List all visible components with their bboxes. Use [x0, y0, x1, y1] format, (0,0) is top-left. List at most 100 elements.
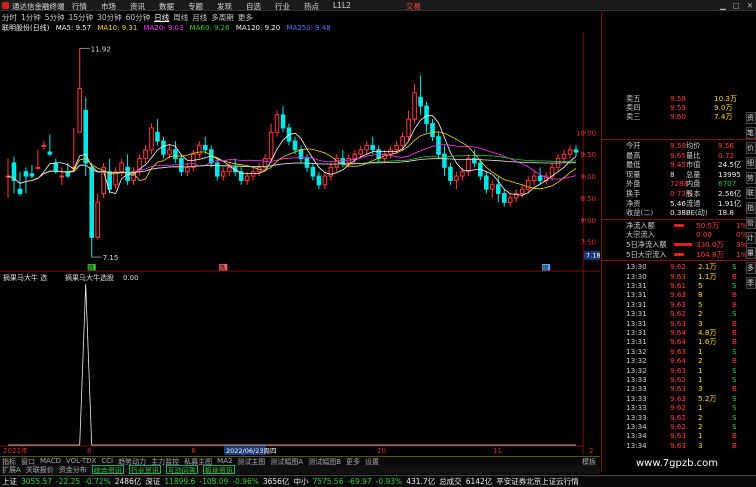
high-price-label: 11.92 [91, 45, 111, 53]
indicator-tab[interactable]: 设置 [365, 457, 379, 466]
side-tab[interactable]: 季 [745, 277, 756, 289]
side-tab[interactable]: 多 [745, 262, 756, 274]
ask-row: 卖五 9.58 10.3万 [626, 94, 744, 103]
stat-value: 8 [670, 169, 675, 179]
tick-price: 9.62 [670, 422, 687, 431]
indicator-tab[interactable]: 主力监控 [151, 457, 179, 466]
side-tab[interactable]: 联 [745, 187, 756, 199]
period-tab[interactable]: 月线 [192, 12, 207, 22]
watermark: www.7gpzb.com [636, 458, 718, 469]
tick-row: 13:32 9.63 1 S [626, 366, 744, 375]
stat-label: 换手 [626, 189, 641, 198]
tick-price: 9.63 [670, 440, 687, 450]
trade-button[interactable]: 交易 [406, 1, 421, 12]
period-tab[interactable]: 周线 [173, 12, 188, 22]
index-name[interactable]: 上证 [2, 476, 17, 487]
indicator-tab[interactable]: MA2 [217, 457, 232, 465]
indicator-tab[interactable]: 指标 [2, 457, 16, 466]
menu-item[interactable]: L1L2 [333, 1, 351, 12]
ask-row: 卖三 9.60 7.4万 [626, 112, 744, 121]
period-tab[interactable]: 日线 [154, 12, 170, 22]
menu-item[interactable]: 市场 [101, 1, 116, 12]
tick-time: 13:33 [626, 375, 647, 384]
index-volume: 431.7亿 [406, 477, 436, 486]
flow-bar [674, 223, 684, 227]
ask-volume: 7.4万 [714, 112, 733, 121]
index-name[interactable]: 中小 [293, 476, 308, 487]
indicator-tab[interactable]: 测试主图 [237, 457, 265, 466]
side-tab[interactable]: 管 [745, 217, 756, 229]
info-tab[interactable]: 关联报价 [26, 465, 54, 474]
period-tab[interactable]: 分时 [2, 12, 17, 22]
period-tab[interactable]: 60分钟 [126, 12, 151, 22]
info-tab[interactable]: 行业资讯 [128, 465, 161, 475]
side-tab[interactable]: 计 [745, 232, 756, 244]
menu-item[interactable]: 行情 [72, 1, 87, 12]
menu-item[interactable]: 数据 [159, 1, 174, 12]
side-tab[interactable]: 笔 [745, 127, 756, 139]
period-tab[interactable]: 15分钟 [69, 12, 94, 22]
indicator-tab[interactable]: 私募主图 [184, 457, 212, 466]
side-tab[interactable]: 量 [745, 247, 756, 259]
sub-indicator-chart[interactable]: 摘果马大牛 选 摘果马大牛选股 0.00 2022年 8 6 10 11 2022/06/23周… [0, 272, 600, 455]
stat-value: 24.5亿 [718, 160, 742, 170]
period-tab[interactable]: 多周期 [211, 12, 234, 22]
ask-price: 9.60 [670, 112, 687, 121]
info-tab[interactable]: 互动问答 [165, 465, 198, 475]
date-axis-tick: 11 [493, 447, 502, 455]
indicator-tab[interactable]: VOL-TDX [66, 457, 96, 465]
flow-value: 50.5万 [696, 220, 720, 230]
minimize-icon[interactable]: ▁ [720, 1, 726, 10]
indicator-tab[interactable]: 趋势动力 [118, 457, 146, 466]
ask-row: 卖四 9.59 9.0万 [626, 103, 744, 112]
menu-item[interactable]: 行业 [275, 1, 290, 12]
indicator-tab[interactable]: 更多 [346, 457, 360, 466]
tick-price: 9.63 [670, 318, 687, 328]
tick-side: B [732, 318, 737, 328]
indicator-tab[interactable]: 测试幅图B [308, 457, 341, 466]
indicator-tab[interactable]: MACD [40, 457, 61, 465]
stat-value: 6707 [718, 179, 737, 189]
template-button[interactable]: 模板 [582, 457, 596, 466]
index-name[interactable]: 深证 [145, 476, 160, 487]
period-tab[interactable]: 1分钟 [21, 12, 41, 22]
maximize-icon[interactable]: □ [733, 1, 740, 10]
main-menu: 行情 市场 资讯 数据 专题 发现 自选 行业 热点 L1L2 [72, 1, 351, 12]
indicator-tab[interactable]: 窗口 [21, 457, 35, 466]
indicator-tab[interactable]: 测试幅图A [270, 457, 303, 466]
period-tab[interactable]: 5分钟 [45, 12, 65, 22]
menu-item[interactable]: 热点 [304, 1, 319, 12]
period-tab[interactable]: 更多 [238, 12, 253, 22]
indicator-tab[interactable]: CCI [101, 457, 113, 465]
stat-value: 1.91亿 [718, 198, 742, 208]
stat-label: 最高 [626, 150, 641, 160]
candlestick-chart[interactable]: 10.009.509.008.508.007.5011.927.15 7.18跌跌… [0, 32, 600, 272]
date-axis-tick: 6 [191, 447, 196, 455]
side-tab[interactable]: 价 [745, 142, 756, 154]
tick-volume: 1 [698, 365, 703, 375]
total-volume: 6142亿 [465, 477, 493, 486]
side-tab[interactable]: 细 [745, 157, 756, 169]
side-tab[interactable]: 资 [745, 112, 756, 124]
tick-row: 13:34 9.63 3 B [626, 441, 744, 450]
tick-price: 9.63 [670, 290, 687, 300]
menu-item[interactable]: 发现 [217, 1, 232, 12]
info-tab[interactable]: 板块资讯 [202, 465, 235, 475]
tick-price: 9.64 [670, 356, 687, 366]
close-icon[interactable]: ✕ [747, 1, 753, 10]
tick-time: 13:33 [626, 403, 647, 413]
side-tab[interactable]: 指 [745, 202, 756, 214]
index-value: 7575.56 [312, 477, 344, 486]
info-tab[interactable]: 资金分布 [59, 465, 87, 474]
period-tab[interactable]: 30分钟 [97, 12, 122, 22]
menu-item[interactable]: 自选 [246, 1, 261, 12]
menu-item[interactable]: 资讯 [130, 1, 145, 12]
tick-side: S [732, 281, 737, 290]
date-axis-end: 2 [589, 447, 593, 455]
info-tab[interactable]: 扩展A [2, 465, 21, 474]
info-tab[interactable]: 综合资讯 [91, 465, 124, 475]
side-tab[interactable]: 势 [745, 172, 756, 184]
tick-side: B [732, 431, 737, 441]
menu-item[interactable]: 专题 [188, 1, 203, 12]
tick-time: 13:30 [626, 271, 647, 281]
